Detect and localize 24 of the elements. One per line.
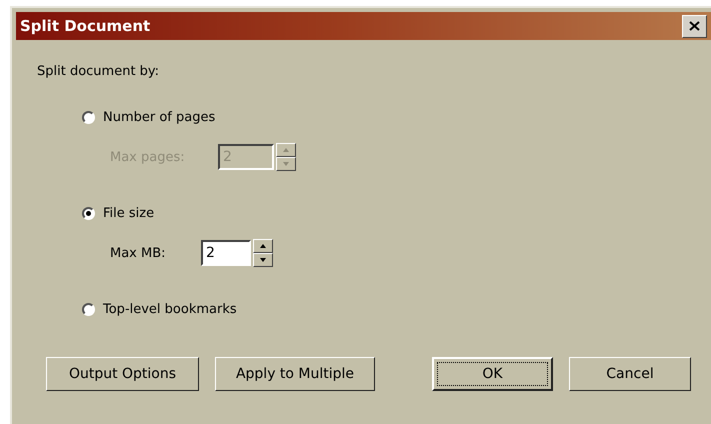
up-arrow-icon [283,148,289,152]
dialog-button[interactable]: Cancel [569,357,691,391]
down-arrow-icon [283,162,289,166]
radio-button[interactable] [82,110,95,124]
radio-button[interactable] [82,206,95,220]
number-field[interactable]: 2 [201,240,251,266]
spin-down-button[interactable] [253,253,273,267]
radio-option[interactable]: Top-level bookmarks [82,297,711,321]
group-label: Split document by: [37,64,160,79]
up-arrow-icon [260,244,266,248]
dialog-button[interactable]: Apply to Multiple [215,357,375,391]
down-arrow-icon [260,258,266,262]
window-title: Split Document [20,17,150,35]
dialog-button[interactable]: Output Options [46,357,199,391]
radio-option[interactable]: Number of pages [82,105,711,129]
close-button[interactable] [682,14,707,38]
radio-button[interactable] [82,302,95,316]
close-icon [689,21,700,31]
spin-up-button[interactable] [276,143,296,157]
field-label: Max MB: [110,246,167,260]
dialog-button[interactable]: OK [432,357,553,391]
radio-option[interactable]: File size [82,201,711,225]
spin-up-button[interactable] [253,239,273,253]
spin-down-button[interactable] [276,157,296,171]
